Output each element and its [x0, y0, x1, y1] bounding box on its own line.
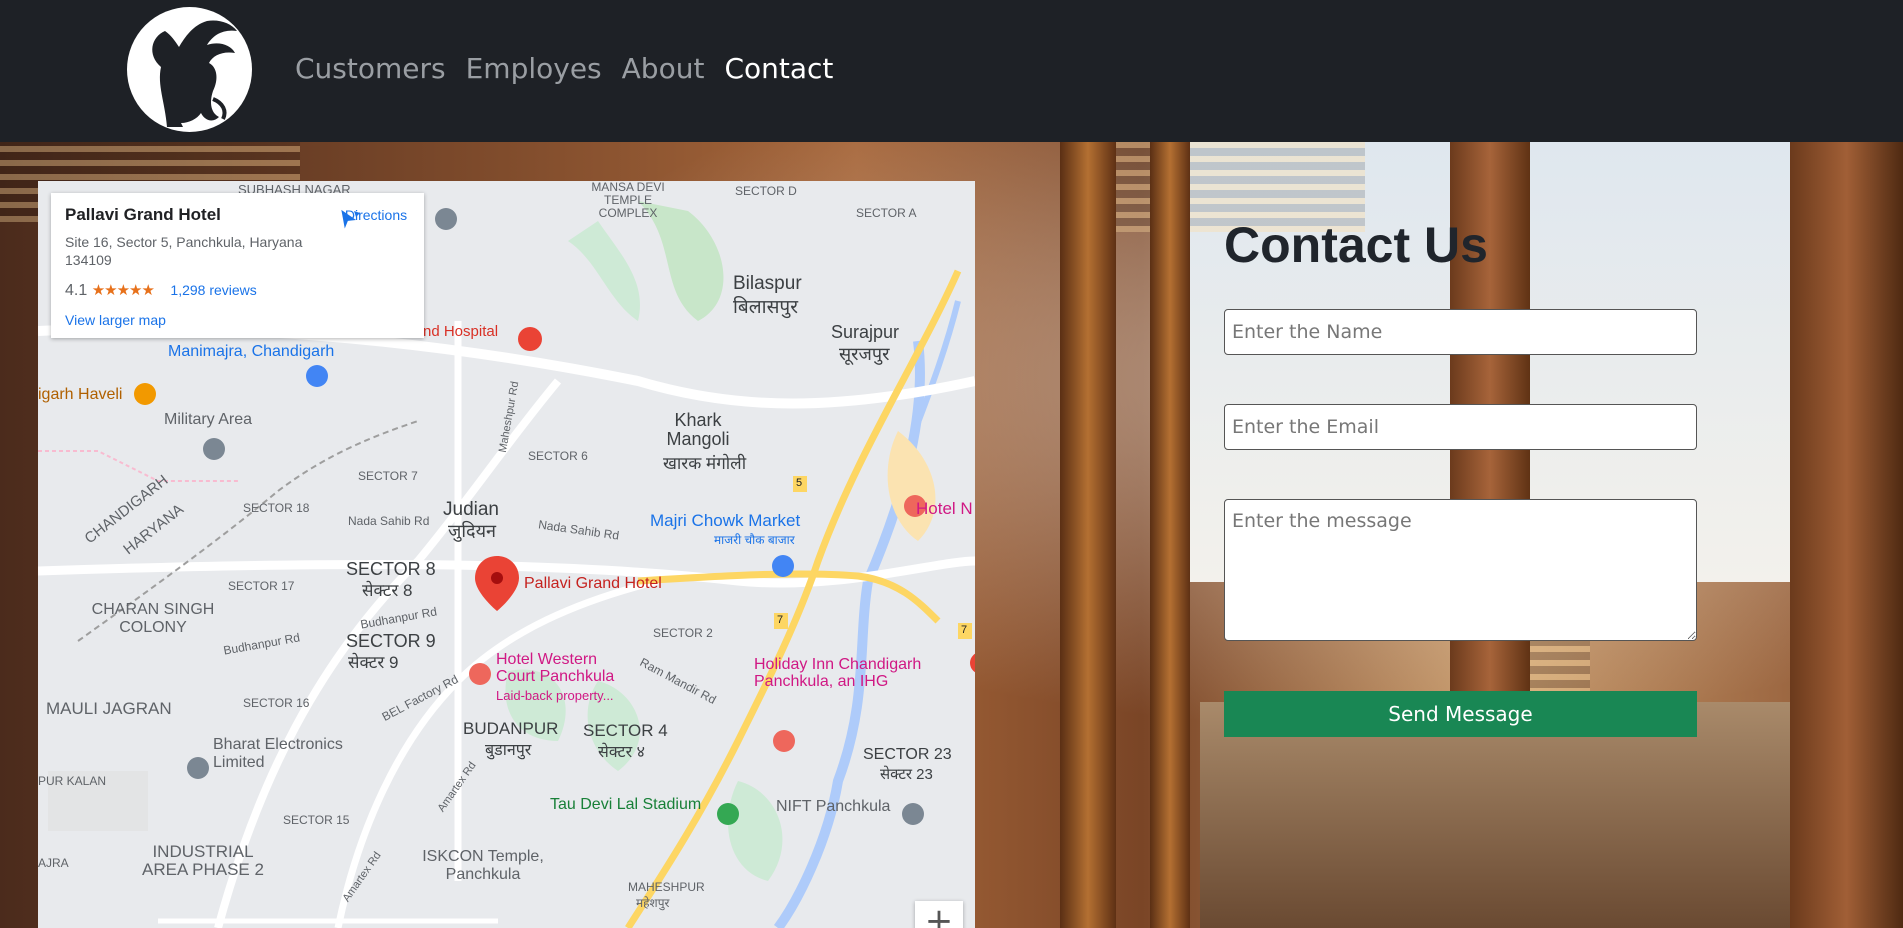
- background-stone-pillar: [1790, 142, 1903, 928]
- rating-value: 4.1: [65, 282, 88, 299]
- map-label: SECTOR 16: [243, 696, 310, 710]
- map-label: igarh Haveli: [38, 386, 123, 403]
- map-label: सेक्टर 8: [362, 581, 413, 600]
- highway-marker: 5: [796, 477, 803, 489]
- map-label: ISKCON Temple, Panchkula: [422, 848, 544, 883]
- map-label: PUR KALAN: [38, 774, 107, 788]
- map-label: SECTOR 9: [346, 631, 436, 651]
- nav-about[interactable]: About: [622, 52, 705, 85]
- place-info-card: Pallavi Grand Hotel Site 16, Sector 5, P…: [51, 193, 424, 338]
- email-field[interactable]: [1224, 404, 1697, 450]
- highway-marker: 7: [777, 614, 784, 626]
- map-road-label: Nada Sahib Rd: [348, 514, 430, 528]
- nav-employes[interactable]: Employes: [466, 52, 602, 85]
- nav-customers[interactable]: Customers: [295, 52, 446, 85]
- map-label: SECTOR 17: [228, 579, 295, 593]
- map-label: Khark Mangoli: [666, 410, 730, 449]
- directions-button[interactable]: Directions: [336, 207, 416, 229]
- map-label: SECTOR A: [856, 206, 917, 220]
- page-title: Contact Us: [1224, 217, 1488, 273]
- map-label: माजरी चौक बाजार: [714, 533, 795, 547]
- message-field[interactable]: [1224, 499, 1697, 641]
- map-label: Bilaspur: [733, 273, 802, 294]
- map-pin-label[interactable]: Pallavi Grand Hotel: [524, 575, 662, 593]
- map-label: NIFT Panchkula: [776, 798, 891, 815]
- map-label: Manimajra, Chandigarh: [168, 343, 335, 360]
- map-label: MAULI JAGRAN: [46, 699, 172, 718]
- map-label: SECTOR 15: [283, 813, 350, 827]
- map-label: खारक मंगोली: [663, 454, 747, 473]
- map-label: Surajpur: [831, 322, 900, 342]
- reviews-link[interactable]: 1,298 reviews: [170, 282, 256, 298]
- map-label: SECTOR 6: [528, 449, 588, 463]
- map-label: CHARAN SINGH COLONY: [91, 601, 215, 636]
- map-label: Hotel N: [916, 499, 973, 518]
- map-label: SECTOR 18: [243, 501, 310, 515]
- map-label: बुडानपुर: [485, 742, 532, 759]
- map-label: Laid-back property...: [496, 688, 614, 703]
- contact-form: Contact Us Send Message: [1224, 215, 1697, 737]
- map-label: Judian: [443, 499, 499, 520]
- map-label: Hotel Western Court Panchkula: [496, 651, 615, 685]
- map-label: SECTOR 23: [863, 746, 952, 763]
- background-wood-pillar: [1060, 142, 1116, 928]
- background-wood-pillar: [1150, 142, 1190, 928]
- map-label: AJRA: [38, 856, 69, 870]
- rating-stars-icon: ★★★★★: [91, 282, 155, 299]
- map-label: MANSA DEVI TEMPLE COMPLEX: [591, 181, 665, 220]
- main-nav: Customers Employes About Contact: [295, 52, 833, 85]
- map-label: बिलासपुर: [733, 297, 798, 318]
- embedded-map[interactable]: SUBHASH NAGAR MANSA DEVI TEMPLE COMPLEX …: [38, 181, 975, 928]
- name-field[interactable]: [1224, 309, 1697, 355]
- highway-marker: 7: [961, 624, 968, 636]
- map-label: SECTOR 7: [358, 469, 418, 483]
- map-label: SECTOR 4: [583, 721, 668, 740]
- map-label: सेक्टर 23: [880, 766, 933, 783]
- map-label: SECTOR D: [735, 184, 797, 198]
- map-label: Holiday Inn Chandigarh Panchkula, an IHG: [754, 656, 922, 690]
- map-label: Military Area: [164, 411, 253, 428]
- nav-contact[interactable]: Contact: [724, 52, 833, 85]
- directions-icon: [341, 209, 360, 229]
- map-label: जुदियन: [448, 521, 497, 541]
- map-label: सेक्टर ४: [598, 744, 645, 761]
- map-label: सेक्टर 9: [348, 653, 399, 672]
- map-label: सूरजपुर: [839, 344, 890, 364]
- zoom-in-button[interactable]: +: [915, 901, 963, 928]
- send-message-button[interactable]: Send Message: [1224, 691, 1697, 737]
- map-label: Majri Chowk Market: [650, 511, 801, 530]
- map-label: nd Hospital: [423, 323, 499, 340]
- place-address: Site 16, Sector 5, Panchkula, Haryana 13…: [65, 234, 303, 268]
- view-larger-map-link[interactable]: View larger map: [65, 312, 166, 328]
- winged-lion-logo-icon[interactable]: [127, 7, 252, 132]
- map-label: Tau Devi Lal Stadium: [550, 796, 702, 813]
- map-label: BUDANPUR: [463, 719, 559, 738]
- navbar: Customers Employes About Contact: [0, 0, 1903, 142]
- place-rating: 4.1 ★★★★★ 1,298 reviews: [65, 281, 257, 300]
- map-label: महेशपुर: [636, 896, 670, 910]
- map-label: MAHESHPUR: [628, 880, 705, 894]
- place-name: Pallavi Grand Hotel: [65, 205, 221, 224]
- map-label: SECTOR 8: [346, 559, 436, 579]
- map-label: Bharat Electronics Limited: [213, 736, 343, 771]
- map-label: SECTOR 2: [653, 626, 713, 640]
- map-label: INDUSTRIAL AREA PHASE 2: [142, 842, 264, 879]
